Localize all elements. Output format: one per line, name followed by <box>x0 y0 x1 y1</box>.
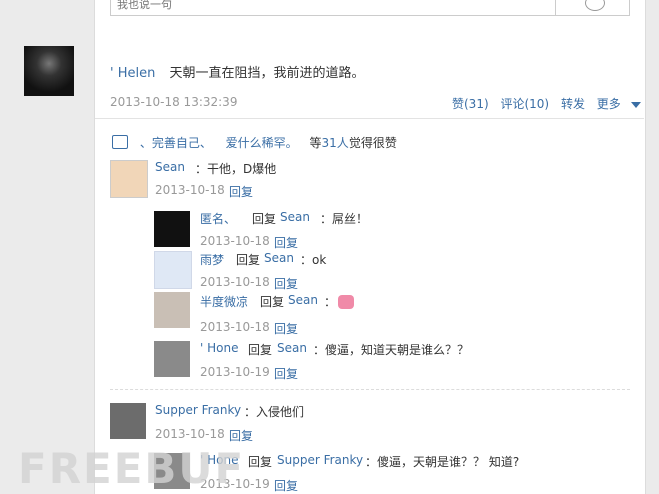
reply-word: 回复 <box>248 343 273 357</box>
commenter-avatar[interactable] <box>154 292 190 328</box>
reply-link[interactable]: 回复 <box>274 275 298 292</box>
liker-link[interactable]: 、完善自己、 <box>140 136 212 150</box>
comment-divider <box>110 389 630 390</box>
commenter-name[interactable]: 雨梦 <box>200 251 224 268</box>
author-avatar[interactable] <box>24 46 74 96</box>
like-prefix: 等 <box>309 136 322 150</box>
commenter-avatar[interactable] <box>110 160 148 198</box>
reply-link[interactable]: 回复 <box>274 365 298 382</box>
commenter-avatar[interactable] <box>154 341 190 377</box>
reply-link[interactable]: 回复 <box>229 183 253 200</box>
like-count-link[interactable]: 31人 <box>322 136 349 150</box>
reply-link[interactable]: 回复 <box>274 320 298 337</box>
comment-text: ：傻逼，知道天朝是谁么？？ <box>313 343 470 357</box>
post-timestamp: 2013-10-18 13:32:39 <box>110 95 238 109</box>
more-label: 更多 <box>596 97 621 111</box>
post-actions: 赞(31) 评论(10) 转发 更多 <box>452 95 657 112</box>
commenter-avatar[interactable] <box>154 211 190 247</box>
comment-text: ：屌丝！ <box>320 212 369 226</box>
emoji-icon[interactable] <box>585 0 605 11</box>
reply-target[interactable]: Supper Franky <box>277 453 363 467</box>
reply-target[interactable]: Sean <box>288 293 318 307</box>
commenter-name[interactable]: 半度微凉 <box>200 293 248 310</box>
comment-input-box[interactable] <box>110 0 630 16</box>
comment-date: 2013-10-19 <box>200 365 270 379</box>
comment-button[interactable]: 评论(10) <box>500 97 549 111</box>
sticker-icon <box>338 295 354 309</box>
divider <box>95 118 644 119</box>
commenter-avatar[interactable] <box>110 403 146 439</box>
comment-date: 2013-10-18 <box>200 275 270 289</box>
like-button[interactable]: 赞(31) <box>452 97 489 111</box>
comment-text: ：ok <box>300 253 327 267</box>
reply-word: 回复 <box>248 455 273 469</box>
like-suffix: 觉得很赞 <box>348 136 397 150</box>
reply-target[interactable]: Sean <box>280 210 310 224</box>
like-summary: 、完善自己、 爱什么稀罕。 等31人觉得很赞 <box>112 134 397 151</box>
comment-text: ： <box>324 295 337 309</box>
watermark: FREEBUF <box>18 444 246 493</box>
commenter-name[interactable]: Sean <box>155 160 185 174</box>
post-author-link[interactable]: ' Helen <box>110 66 155 81</box>
reply-word: 回复 <box>260 295 285 309</box>
reply-target[interactable]: Sean <box>264 251 294 265</box>
commenter-name[interactable]: ' Hone <box>200 341 238 355</box>
reply-link[interactable]: 回复 <box>229 427 253 444</box>
comment-date: 2013-10-18 <box>200 234 270 248</box>
commenter-name[interactable]: 匿名、 <box>200 210 236 227</box>
more-button[interactable]: 更多 <box>597 97 649 111</box>
reply-link[interactable]: 回复 <box>274 477 298 494</box>
comment-date: 2013-10-18 <box>200 320 270 334</box>
comment-text: ：傻逼，天朝是谁？？ 知道? <box>365 455 520 469</box>
comment-date: 2013-10-18 <box>155 183 225 197</box>
liker-link[interactable]: 爱什么稀罕。 <box>226 136 298 150</box>
commenter-name[interactable]: Supper Franky <box>155 403 241 417</box>
reply-target[interactable]: Sean <box>277 341 307 355</box>
input-divider <box>555 0 556 15</box>
comment-input[interactable] <box>111 0 553 13</box>
comment-date: 2013-10-18 <box>155 427 225 441</box>
comment-text: ：干他，D爆他 <box>195 162 277 176</box>
reply-word: 回复 <box>236 253 261 267</box>
post-header: ' Helen 天朝一直在阻挡，我前进的道路。 <box>110 62 365 81</box>
commenter-avatar[interactable] <box>154 251 192 289</box>
forward-button[interactable]: 转发 <box>561 97 585 111</box>
chevron-down-icon <box>630 101 641 108</box>
post-text: 天朝一直在阻挡，我前进的道路。 <box>169 66 365 81</box>
thumbs-up-icon <box>112 135 128 149</box>
comment-text: ：入侵他们 <box>244 405 305 419</box>
reply-link[interactable]: 回复 <box>274 234 298 251</box>
reply-word: 回复 <box>252 212 277 226</box>
